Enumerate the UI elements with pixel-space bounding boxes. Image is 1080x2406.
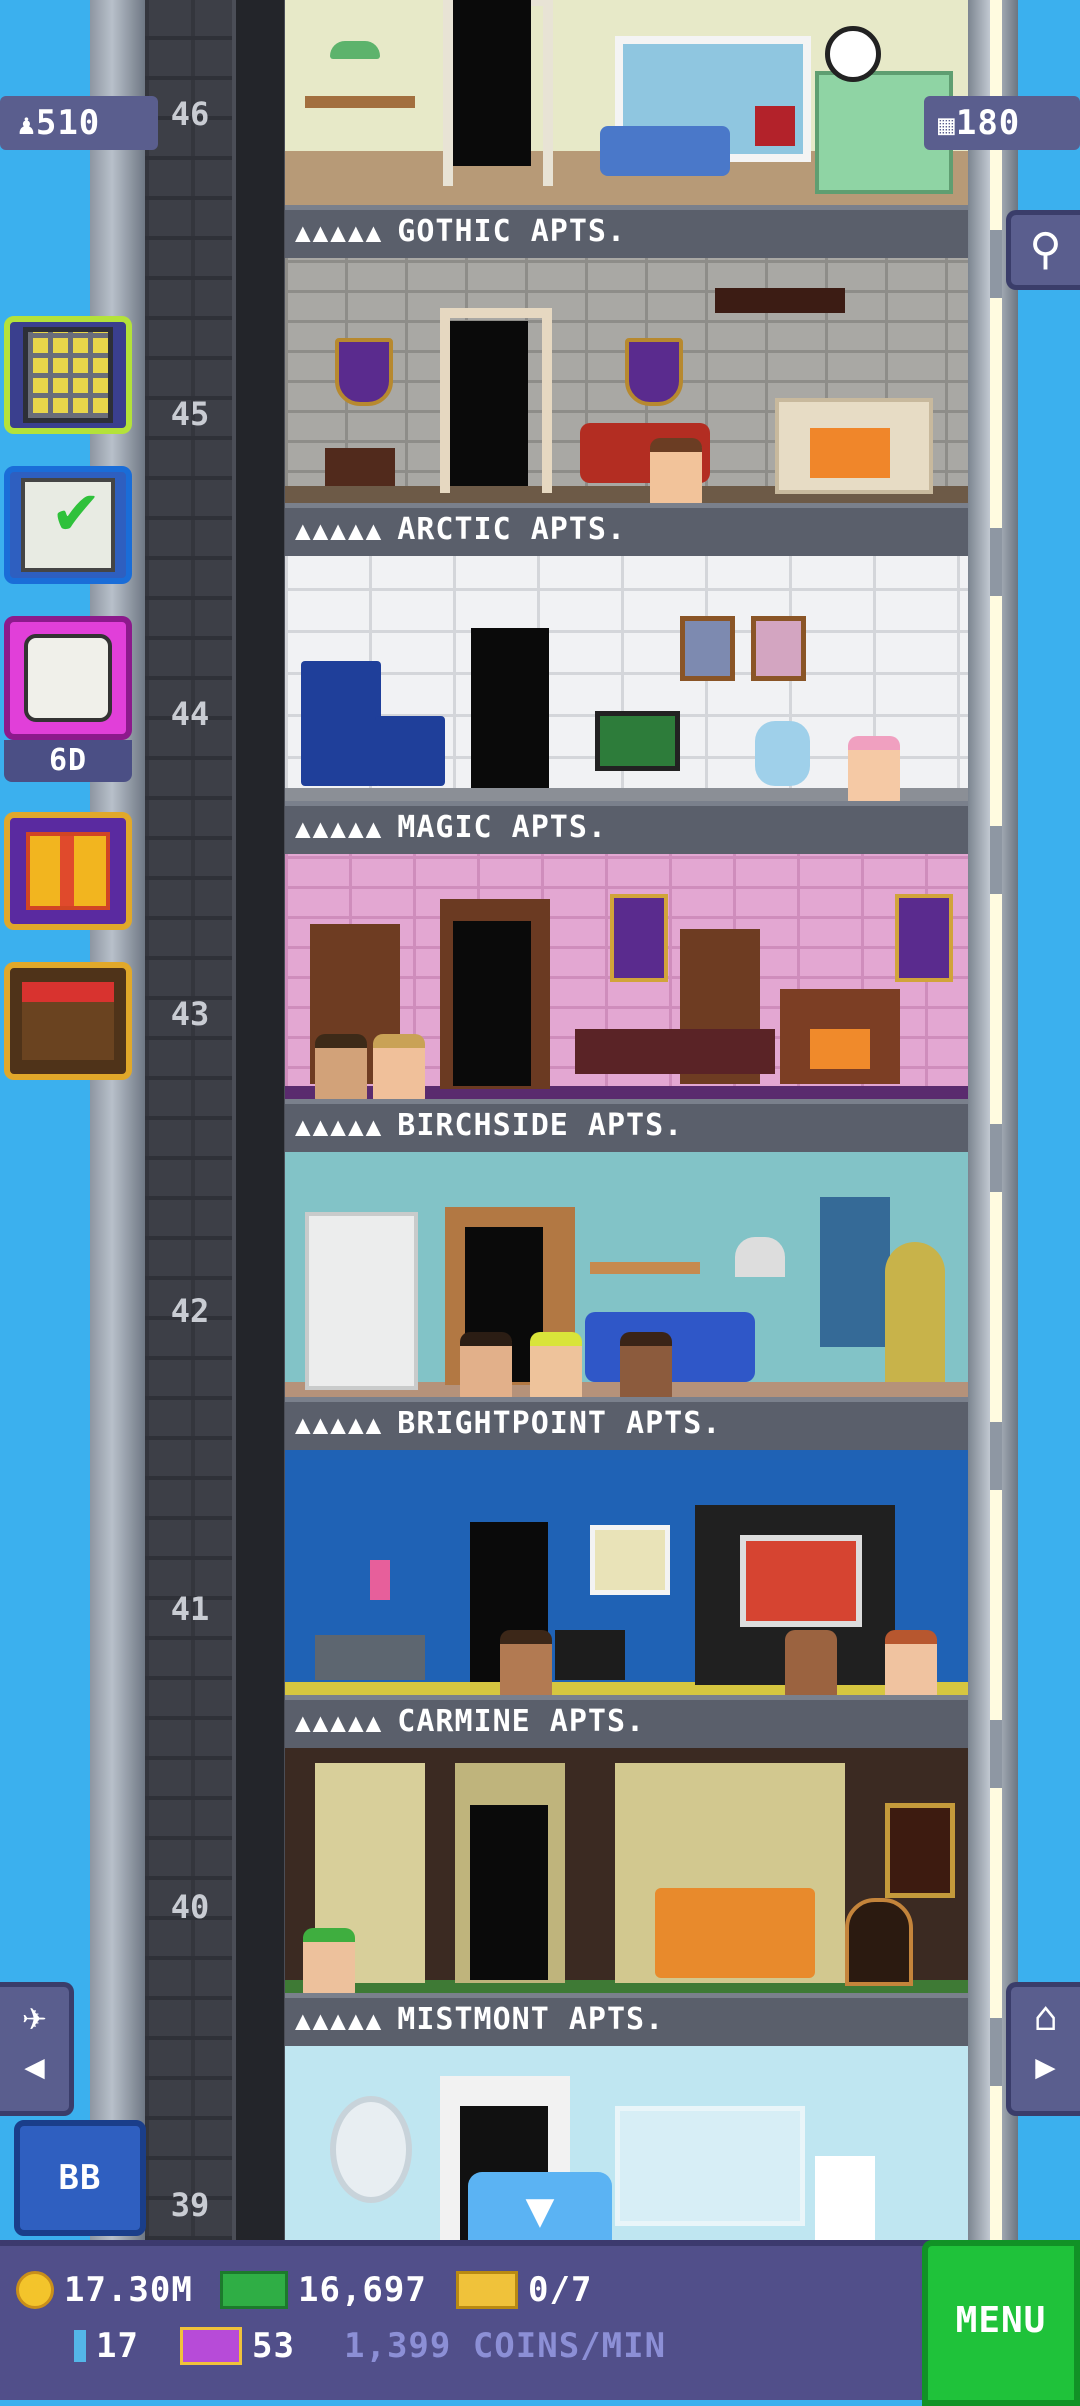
- floor-banner[interactable]: ▲▲▲▲▲ MAGIC APTS.: [285, 801, 968, 854]
- floor-stars: ▲▲▲▲▲: [295, 1112, 384, 1142]
- floor-number: 41: [170, 1590, 210, 1628]
- bux-stat[interactable]: 16,697: [220, 2270, 427, 2310]
- floor-name: BRIGHTPOINT APTS.: [397, 1406, 722, 1441]
- floor-banner[interactable]: ▲▲▲▲▲ ARCTIC APTS.: [285, 503, 968, 556]
- missions-button[interactable]: ✔: [4, 466, 132, 584]
- floor-banner[interactable]: ▲▲▲▲▲ CARMINE APTS.: [285, 1695, 968, 1748]
- lobby-button[interactable]: ⌂ ▶: [1006, 1982, 1080, 2116]
- floor-name: MISTMONT APTS.: [397, 2002, 665, 2037]
- bitbook-button[interactable]: BB: [14, 2120, 146, 2236]
- event-timer: 6D: [4, 740, 132, 782]
- coin-icon: [16, 2271, 54, 2309]
- airplane-icon: ✈: [22, 1994, 47, 2040]
- floor-name: BIRCHSIDE APTS.: [397, 1108, 684, 1143]
- person-icon: ♟: [18, 108, 36, 141]
- floor-number: 44: [170, 695, 210, 733]
- market-stall-icon: [22, 982, 114, 1060]
- event-button[interactable]: [4, 616, 132, 740]
- checklist-icon: ✔: [21, 474, 115, 572]
- bux-value: 16,697: [298, 2270, 427, 2310]
- floor-number: 43: [170, 995, 210, 1033]
- keys-value: 17: [96, 2326, 139, 2366]
- floor-39[interactable]: [285, 2046, 968, 2240]
- search-icon: ⚲: [1029, 224, 1062, 275]
- vip-stat[interactable]: 53: [180, 2326, 295, 2366]
- floor-stars: ▲▲▲▲▲: [295, 814, 384, 844]
- gift-icon: [26, 832, 110, 910]
- floor-banner[interactable]: ▲▲▲▲▲ BIRCHSIDE APTS.: [285, 1099, 968, 1152]
- arrow-left-icon: ◀: [24, 2047, 45, 2087]
- building-icon: [23, 327, 113, 423]
- floor-42[interactable]: ▲▲▲▲▲ BRIGHTPOINT APTS.: [285, 1152, 968, 1450]
- floor-46[interactable]: ▲▲▲▲▲ GOTHIC APTS.: [285, 0, 968, 258]
- floors-counter[interactable]: ▦180: [924, 96, 1080, 150]
- floor-44[interactable]: ▲▲▲▲▲ MAGIC APTS.: [285, 556, 968, 854]
- key-icon: [74, 2330, 86, 2362]
- floor-41[interactable]: ▲▲▲▲▲ CARMINE APTS.: [285, 1450, 968, 1748]
- floor-banner[interactable]: ▲▲▲▲▲ GOTHIC APTS.: [285, 205, 968, 258]
- keys-stat[interactable]: 17: [74, 2326, 139, 2366]
- coins-stat[interactable]: 17.30M: [16, 2270, 193, 2310]
- floor-name: CARMINE APTS.: [397, 1704, 646, 1739]
- vip-icon: [180, 2327, 242, 2365]
- chevron-down-icon: ▼: [525, 2182, 555, 2238]
- floor-stars: ▲▲▲▲▲: [295, 1708, 384, 1738]
- floor-number: 42: [170, 1292, 210, 1330]
- arrow-right-icon: ▶: [1035, 2047, 1056, 2087]
- floor-number: 45: [170, 395, 210, 433]
- search-button[interactable]: ⚲: [1006, 210, 1080, 290]
- population-value: 510: [35, 103, 101, 143]
- menu-button[interactable]: MENU: [922, 2240, 1080, 2406]
- floor-banner[interactable]: ▲▲▲▲▲ MISTMONT APTS.: [285, 1993, 968, 2046]
- home-icon: ⌂: [1033, 1994, 1058, 2040]
- floor-40[interactable]: ▲▲▲▲▲ MISTMONT APTS.: [285, 1748, 968, 2046]
- shop-button[interactable]: [4, 962, 132, 1080]
- tickets-stat[interactable]: 0/7: [456, 2270, 592, 2310]
- resource-bar: 17.30M 16,697 0/7 17 53 1,399 COINS/MIN …: [0, 2240, 1080, 2406]
- gift-button[interactable]: [4, 812, 132, 930]
- floor-name: ARCTIC APTS.: [397, 512, 627, 547]
- floor-name: MAGIC APTS.: [397, 810, 607, 845]
- coins-value: 17.30M: [64, 2270, 193, 2310]
- building-icon: ▦: [938, 108, 956, 141]
- floor-number: 40: [170, 1888, 210, 1926]
- floor-45[interactable]: ▲▲▲▲▲ ARCTIC APTS.: [285, 258, 968, 556]
- coin-rate: 1,399 COINS/MIN: [344, 2326, 667, 2366]
- window-light-strip: [990, 0, 1002, 2240]
- sky-lobby-button[interactable]: ✈ ◀: [0, 1982, 74, 2116]
- floor-stars: ▲▲▲▲▲: [295, 2006, 384, 2036]
- floor-stars: ▲▲▲▲▲: [295, 1410, 384, 1440]
- dice-icon: [24, 634, 112, 722]
- bux-icon: [220, 2271, 288, 2309]
- floor-banner[interactable]: ▲▲▲▲▲ BRIGHTPOINT APTS.: [285, 1397, 968, 1450]
- vip-value: 53: [252, 2326, 295, 2366]
- build-floor-button[interactable]: [4, 316, 132, 434]
- population-counter[interactable]: ♟510: [0, 96, 158, 150]
- floor-name: GOTHIC APTS.: [397, 214, 627, 249]
- floor-stars: ▲▲▲▲▲: [295, 218, 384, 248]
- tickets-value: 0/7: [528, 2270, 593, 2310]
- golden-ticket-icon: [456, 2271, 518, 2309]
- floor-number: 39: [170, 2186, 210, 2224]
- floor-number: 46: [170, 95, 210, 133]
- elevator-rail: [232, 0, 288, 2240]
- floors-value: 180: [955, 103, 1021, 143]
- floor-43[interactable]: ▲▲▲▲▲ BIRCHSIDE APTS.: [285, 854, 968, 1152]
- floor-stars: ▲▲▲▲▲: [295, 516, 384, 546]
